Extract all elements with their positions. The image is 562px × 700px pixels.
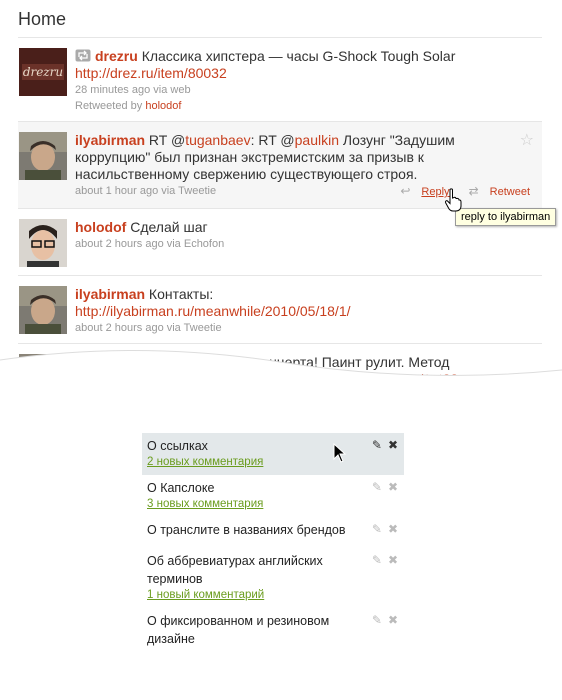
post-title[interactable]: О фиксированном и резиновом дизайне [147, 612, 400, 648]
avatar[interactable] [19, 219, 67, 267]
drezru-logo-icon: drezru [19, 48, 67, 96]
edit-pencil-icon[interactable]: ✎ [372, 553, 382, 567]
retweet-icon: ⇄ [468, 184, 479, 198]
username-link[interactable]: ilyabirman [75, 286, 145, 302]
list-item[interactable]: Об аббревиатурах английских терминов 1 н… [142, 548, 404, 608]
avatar[interactable] [19, 286, 67, 334]
tweet-text: Контакты: [148, 286, 214, 302]
username-link[interactable]: drezru [95, 48, 138, 64]
reply-tooltip: reply to ilyabirman [455, 208, 557, 226]
tweet-text: Сделай шаг [130, 219, 208, 235]
mention-link[interactable]: paulkin [295, 132, 339, 148]
mention-link[interactable]: tuganbaev [185, 132, 250, 148]
tweet-meta: about 2 hours ago via Tweetie [75, 322, 222, 334]
edit-pencil-icon[interactable]: ✎ [372, 522, 382, 536]
tweet-item: ilyabirman Контакты: http://ilyabirman.r… [18, 276, 542, 344]
post-title[interactable]: Об аббревиатурах английских терминов [147, 552, 400, 588]
posts-list: О ссылках 2 новых комментария ✎ ✖ О Капсл… [142, 433, 404, 653]
edit-pencil-icon[interactable]: ✎ [372, 438, 382, 452]
delete-cross-icon[interactable]: ✖ [388, 553, 398, 567]
hand-pointer-cursor-icon [444, 188, 462, 212]
tweet-meta: 28 minutes ago via web [75, 84, 191, 96]
comments-link[interactable]: 3 новых комментария [147, 497, 400, 512]
retweeted-by: Retweeted by holodof [75, 100, 182, 112]
user-photo-icon [19, 219, 67, 267]
avatar[interactable]: drezru [19, 48, 67, 96]
delete-cross-icon[interactable]: ✖ [388, 522, 398, 536]
tweet-link[interactable]: http://ilyabirman.ru/meanwhile/2010/05/1… [75, 303, 351, 319]
user-photo-icon [19, 132, 67, 180]
svg-text:drezru: drezru [23, 65, 63, 79]
tweet-meta: about 2 hours ago via Echofon [75, 238, 225, 250]
reply-arrow-icon: ↩ [400, 184, 411, 198]
list-item[interactable]: О транслите в названиях брендов ✎ ✖ [142, 517, 404, 548]
torn-edge [0, 349, 562, 390]
reply-button[interactable]: ↩ Reply [392, 184, 449, 198]
arrow-cursor-icon [333, 443, 347, 463]
retweet-icon [75, 49, 91, 62]
twitter-timeline: Home drezru drezru Классика хипстера — ч… [0, 0, 562, 390]
avatar[interactable] [19, 132, 67, 180]
list-item[interactable]: О ссылках 2 новых комментария ✎ ✖ [142, 433, 404, 475]
post-title[interactable]: О ссылках [147, 437, 400, 455]
list-item[interactable]: О Капслоке 3 новых комментария ✎ ✖ [142, 475, 404, 517]
page-title: Home [18, 9, 67, 29]
delete-cross-icon[interactable]: ✖ [388, 480, 398, 494]
tweet-link[interactable]: http://drez.ru/item/80032 [75, 65, 227, 81]
post-title[interactable]: О Капслоке [147, 479, 400, 497]
username-link[interactable]: holodof [75, 219, 126, 235]
delete-cross-icon[interactable]: ✖ [388, 613, 398, 627]
tweet-text: Классика хипстера — часы G-Shock Tough S… [141, 48, 456, 64]
retweeter-link[interactable]: holodof [145, 100, 181, 112]
comments-link[interactable]: 2 новых комментария [147, 455, 400, 470]
tweet-item: ☆ ilyabirman RT @tuganbaev: RT @paulkin … [18, 122, 542, 209]
tweet-item: drezru drezru Классика хипстера — часы G… [18, 38, 542, 122]
favorite-star-icon[interactable]: ☆ [520, 130, 534, 150]
retweet-button[interactable]: ⇄ Retweet [461, 184, 530, 198]
comments-link[interactable]: 1 новый комментарий [147, 588, 400, 603]
list-item[interactable]: О фиксированном и резиновом дизайне ✎ ✖ [142, 608, 404, 653]
post-title[interactable]: О транслите в названиях брендов [147, 521, 400, 539]
username-link[interactable]: ilyabirman [75, 132, 145, 148]
edit-pencil-icon[interactable]: ✎ [372, 480, 382, 494]
delete-cross-icon[interactable]: ✖ [388, 438, 398, 452]
user-photo-icon [19, 286, 67, 334]
edit-pencil-icon[interactable]: ✎ [372, 613, 382, 627]
